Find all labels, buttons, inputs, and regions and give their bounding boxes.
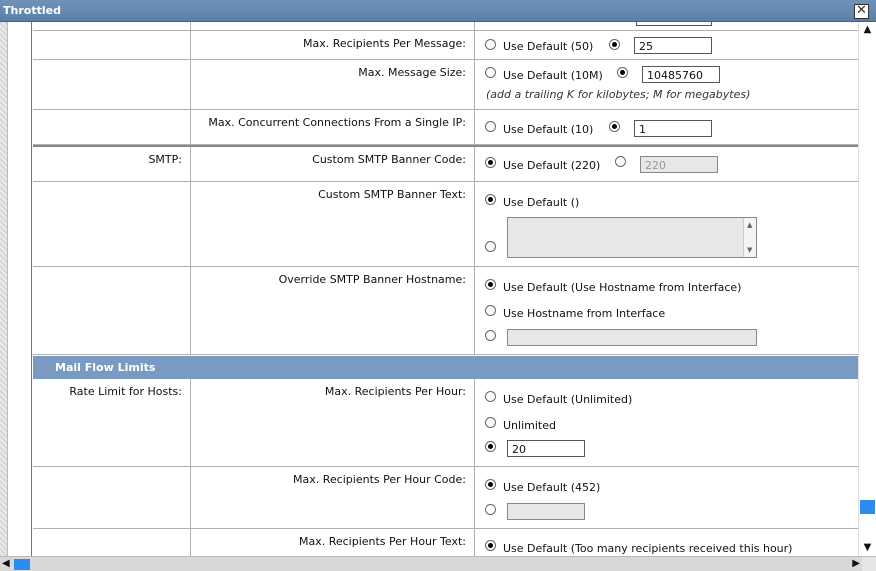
radio-default-recipients-per-message[interactable] (485, 39, 496, 50)
row-recipients-per-hour-text: Max. Recipients Per Hour Text: Use Defau… (33, 529, 858, 556)
label-max-concurrent-connections: Max. Concurrent Connections From a Singl… (208, 116, 466, 129)
row-max-message-size: Max. Message Size: Use Default (10M) 104… (33, 60, 858, 110)
row-max-concurrent-connections: Max. Concurrent Connections From a Singl… (33, 110, 858, 145)
close-icon[interactable]: ✕ (854, 4, 869, 19)
radio-default-banner-hostname[interactable] (485, 279, 496, 290)
resize-grip[interactable] (862, 557, 876, 571)
row-smtp-banner-hostname: Override SMTP Banner Hostname: Use Defau… (33, 267, 858, 355)
left-nav-gap (9, 22, 32, 556)
option-default-per-hour: Use Default (Unlimited) (503, 393, 633, 406)
input-banner-code[interactable]: 220 (640, 156, 718, 173)
option-unlimited-per-hour: Unlimited (503, 419, 556, 432)
radio-default-concurrent-connections[interactable] (485, 121, 496, 132)
radio-default-per-hour-code[interactable] (485, 479, 496, 490)
option-default-banner-code: Use Default (220) (503, 159, 601, 172)
input-message-size[interactable]: 10485760 (642, 66, 720, 83)
label-smtp-banner-code: Custom SMTP Banner Code: (312, 153, 466, 166)
label-smtp-banner-hostname: Override SMTP Banner Hostname: (278, 273, 466, 286)
note-message-size: (add a trailing K for kilobytes; M for m… (486, 88, 751, 101)
mail-flow-limits-title: Mail Flow Limits (55, 361, 156, 374)
section-rate-limit-hosts: Rate Limit for Hosts: (69, 385, 182, 398)
label-recipients-per-hour-code: Max. Recipients Per Hour Code: (293, 473, 466, 486)
input-per-hour-code[interactable] (507, 503, 585, 520)
label-smtp-banner-text: Custom SMTP Banner Text: (318, 188, 466, 201)
radio-custom-per-hour[interactable] (485, 441, 496, 452)
radio-custom-banner-text[interactable] (485, 241, 496, 252)
label-recipients-per-hour-text: Max. Recipients Per Hour Text: (298, 535, 466, 548)
horizontal-scrollbar[interactable]: ◀ ▶ (0, 556, 876, 571)
window-titlebar: Throttled ✕ (0, 0, 876, 22)
row-max-recipients-per-message: Max. Recipients Per Message: Use Default… (33, 31, 858, 60)
mail-flow-limits-header: Mail Flow Limits (33, 356, 858, 379)
input-concurrent-connections[interactable]: 1 (634, 120, 712, 137)
cut-off-input[interactable] (636, 22, 712, 26)
input-recipients-per-hour[interactable]: 20 (507, 440, 585, 457)
radio-default-message-size[interactable] (485, 67, 496, 78)
option-default-per-hour-code: Use Default (452) (503, 481, 601, 494)
option-hostname-from-interface: Use Hostname from Interface (503, 307, 666, 320)
label-recipients-per-hour: Max. Recipients Per Hour: (324, 385, 466, 398)
config-page: Max. Recipients Per Message: Use Default… (0, 22, 858, 556)
scroll-up-icon[interactable]: ▲ (859, 22, 876, 38)
row-smtp-banner-code: SMTP: Custom SMTP Banner Code: Use Defau… (33, 147, 858, 182)
label-max-message-size: Max. Message Size: (358, 66, 466, 79)
section-smtp: SMTP: (148, 153, 182, 166)
horizontal-scroll-thumb[interactable] (14, 559, 30, 570)
radio-default-per-hour-text[interactable] (485, 540, 496, 551)
textarea-down-icon[interactable]: ▼ (747, 246, 752, 254)
radio-custom-recipients-per-message[interactable] (609, 39, 620, 50)
radio-default-banner-code[interactable] (485, 157, 496, 168)
radio-default-per-hour[interactable] (485, 391, 496, 402)
scroll-left-icon[interactable]: ◀ (2, 557, 10, 571)
input-banner-hostname[interactable] (507, 329, 757, 346)
radio-custom-per-hour-code[interactable] (485, 504, 496, 515)
left-border (0, 22, 8, 556)
vertical-scrollbar[interactable]: ▲ ▼ (858, 22, 876, 556)
vertical-scroll-thumb[interactable] (860, 500, 875, 514)
option-default-banner-hostname: Use Default (Use Hostname from Interface… (503, 281, 742, 294)
radio-custom-message-size[interactable] (617, 67, 628, 78)
textarea-up-icon[interactable]: ▲ (747, 221, 752, 229)
radio-hostname-from-interface[interactable] (485, 305, 496, 316)
radio-unlimited-per-hour[interactable] (485, 417, 496, 428)
option-default-per-hour-text: Use Default (Too many recipients receive… (503, 542, 793, 555)
option-default-banner-text: Use Default () (503, 196, 580, 209)
row-recipients-per-hour: Rate Limit for Hosts: Max. Recipients Pe… (33, 379, 858, 467)
radio-custom-banner-code[interactable] (615, 156, 626, 167)
option-default-message-size: Use Default (10M) (503, 69, 603, 82)
row-smtp-banner-text: Custom SMTP Banner Text: Use Default () … (33, 182, 858, 267)
radio-default-banner-text[interactable] (485, 194, 496, 205)
option-default-concurrent-connections: Use Default (10) (503, 123, 594, 136)
cut-off-row (33, 22, 858, 31)
input-recipients-per-message[interactable]: 25 (634, 37, 712, 54)
scroll-right-icon[interactable]: ▶ (852, 557, 860, 571)
scroll-down-icon[interactable]: ▼ (859, 540, 876, 556)
textarea-banner-text[interactable]: ▲ ▼ (507, 217, 757, 258)
window-title: Throttled (3, 4, 61, 17)
label-max-recipients-per-message: Max. Recipients Per Message: (302, 37, 466, 50)
row-recipients-per-hour-code: Max. Recipients Per Hour Code: Use Defau… (33, 467, 858, 529)
textarea-scrollbar[interactable]: ▲ ▼ (743, 218, 756, 257)
radio-custom-concurrent-connections[interactable] (609, 121, 620, 132)
radio-custom-banner-hostname[interactable] (485, 330, 496, 341)
option-default-recipients-per-message: Use Default (50) (503, 40, 594, 53)
